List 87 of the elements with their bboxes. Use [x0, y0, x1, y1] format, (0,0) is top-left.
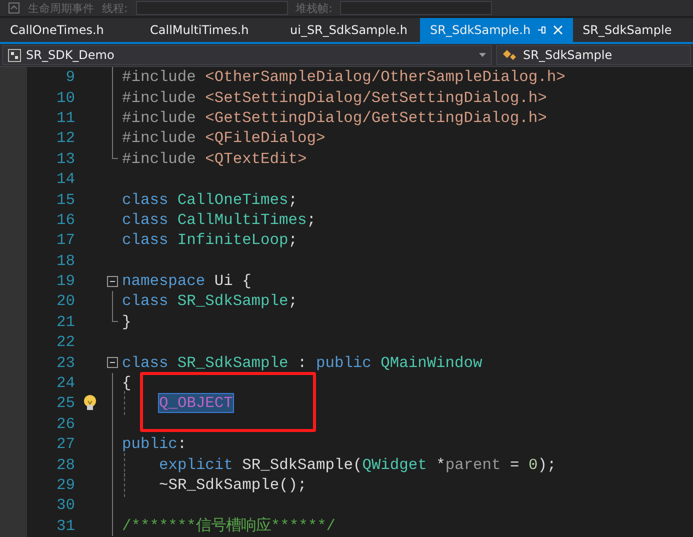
- toolbar-label: 堆栈帧:: [296, 0, 332, 16]
- type-name: CallMultiTimes: [177, 210, 307, 229]
- directive: #include: [122, 129, 197, 148]
- line-number: 30: [56, 496, 75, 514]
- line-number: 11: [56, 108, 75, 127]
- toolbar-label: 线程:: [102, 0, 128, 16]
- keyword: public: [122, 435, 178, 454]
- code-text: ;: [288, 292, 298, 310]
- keyword: class: [122, 210, 170, 229]
- code-text: *: [436, 456, 446, 474]
- include-path: <QFileDialog>: [205, 129, 326, 148]
- line-number: 16: [56, 210, 75, 229]
- line-number: 24: [56, 374, 75, 392]
- line-number: 19: [56, 272, 75, 290]
- keyword: class: [122, 292, 170, 310]
- project-dropdown[interactable]: SR_SDK_Demo: [2, 45, 492, 65]
- directive: #include: [122, 108, 197, 127]
- line-number: 17: [56, 231, 75, 250]
- type-name: InfiniteLoop: [177, 231, 288, 250]
- code-text: {: [122, 374, 132, 392]
- line-number: 12: [56, 129, 75, 148]
- code-text: :: [177, 435, 187, 454]
- line-number: 20: [56, 292, 75, 310]
- include-path: <GetSettingDialog/GetSettingDialog.h>: [205, 108, 547, 127]
- toolbar-label: 生命周期事件: [28, 0, 94, 16]
- line-number: 15: [56, 190, 75, 209]
- line-number: 27: [56, 435, 75, 454]
- file-tab[interactable]: ui_SR_SdkSample.h: [280, 18, 420, 42]
- code-text: ~SR_SdkSample();: [159, 476, 307, 494]
- keyword: public: [316, 354, 372, 372]
- type-name: QMainWindow: [380, 354, 482, 372]
- project-icon: [8, 48, 21, 62]
- line-number: 29: [56, 476, 75, 494]
- keyword: class: [122, 231, 170, 250]
- selected-text: Q_OBJECT: [159, 394, 233, 412]
- code-text: :: [298, 354, 308, 372]
- line-number: 31: [56, 516, 75, 535]
- parameter-name: parent: [445, 456, 502, 474]
- code-text: }: [122, 312, 132, 331]
- line-number: 25: [56, 394, 75, 412]
- caret-icon: [479, 53, 486, 57]
- code-text: SR_SdkSample(: [242, 456, 362, 474]
- lightbulb-icon[interactable]: [83, 394, 97, 412]
- type-name: QWidget: [362, 456, 428, 474]
- directive: #include: [122, 68, 197, 86]
- type-name: CallOneTimes: [177, 190, 288, 209]
- code-text: ;: [306, 210, 316, 229]
- line-number: 10: [56, 88, 75, 107]
- keyword: explicit: [159, 456, 234, 474]
- type-name: SR_SdkSample: [177, 292, 288, 310]
- line-number: 26: [56, 414, 75, 433]
- dropdown-field[interactable]: [340, 1, 492, 15]
- line-number: 28: [56, 456, 75, 474]
- code-text: =: [510, 456, 520, 474]
- code-comment: /*******信号槽响应******/: [122, 516, 336, 536]
- include-path: <OtherSampleDialog/OtherSampleDialog.h>: [205, 68, 566, 86]
- scope-dropdown[interactable]: SR_SdkSample: [496, 45, 691, 65]
- code-text: );: [538, 456, 556, 474]
- number-literal: 0: [528, 456, 538, 474]
- line-number: 22: [56, 333, 75, 352]
- code-text: ;: [288, 190, 298, 209]
- type-name: SR_SdkSample: [177, 354, 290, 372]
- class-icon: [502, 48, 518, 62]
- line-number: 23: [56, 354, 75, 372]
- pin-icon[interactable]: [536, 25, 547, 35]
- line-number: 21: [56, 312, 75, 331]
- keyword: class: [122, 190, 170, 209]
- code-text: ;: [288, 231, 298, 250]
- keyword: class: [122, 354, 170, 372]
- collapse-icon[interactable]: [106, 357, 118, 368]
- collapse-icon[interactable]: [106, 276, 118, 287]
- directive: #include: [122, 150, 197, 168]
- file-tab[interactable]: SR_SdkSample: [572, 18, 693, 42]
- code-text: Ui {: [214, 272, 252, 290]
- file-tab[interactable]: SR_SdkSample.h: [420, 18, 573, 42]
- dropdown-field[interactable]: [136, 1, 288, 15]
- line-number: 9: [64, 68, 75, 86]
- line-number: 18: [56, 252, 75, 270]
- file-tab[interactable]: CallOneTimes.h: [0, 18, 140, 42]
- line-number: 13: [56, 150, 75, 168]
- include-path: <SetSettingDialog/SetSettingDialog.h>: [205, 88, 547, 107]
- file-tab[interactable]: CallMultiTimes.h: [140, 18, 280, 42]
- directive: #include: [122, 88, 197, 107]
- close-icon[interactable]: [552, 25, 563, 35]
- line-number: 14: [56, 170, 75, 188]
- include-path: <QTextEdit>: [205, 150, 307, 168]
- keyword: namespace: [122, 272, 206, 290]
